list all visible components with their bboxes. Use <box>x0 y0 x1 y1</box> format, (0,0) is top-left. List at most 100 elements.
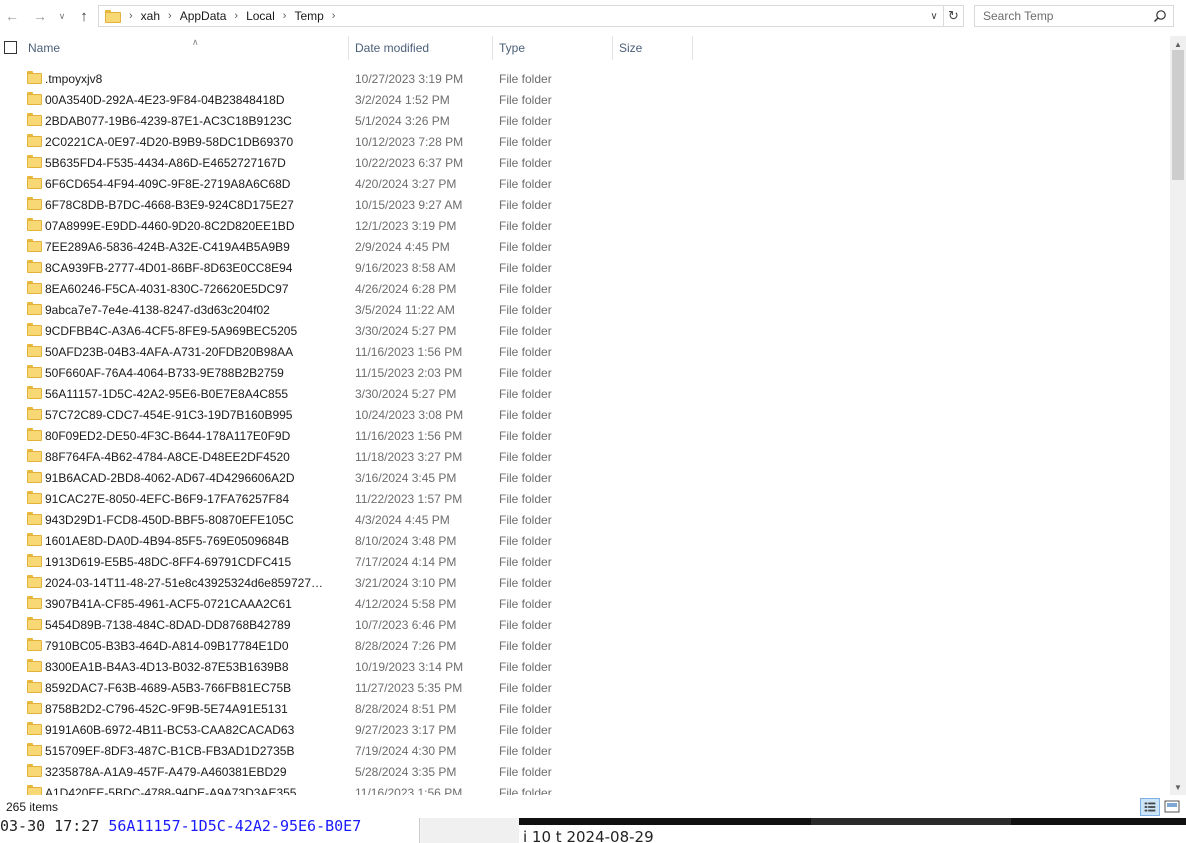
file-name[interactable]: 5454D89B-7138-484C-8DAD-DD8768B42789 <box>45 618 341 632</box>
breadcrumb-appdata[interactable]: AppData <box>180 9 227 23</box>
list-item[interactable]: 2C0221CA-0E97-4D20-B9B9-58DC1DB69370 10/1… <box>0 131 1170 152</box>
list-item[interactable]: 8EA60246-F5CA-4031-830C-726620E5DC97 4/26… <box>0 278 1170 299</box>
list-item[interactable]: 8758B2D2-C796-452C-9F9B-5E74A91E5131 8/28… <box>0 698 1170 719</box>
list-item[interactable]: 91CAC27E-8050-4EFC-B6F9-17FA76257F84 11/2… <box>0 488 1170 509</box>
file-name[interactable]: 7EE289A6-5836-424B-A32E-C419A4B5A9B9 <box>45 240 341 254</box>
search-box[interactable] <box>974 5 1174 27</box>
list-item[interactable]: 515709EF-8DF3-487C-B1CB-FB3AD1D2735B 7/19… <box>0 740 1170 761</box>
list-item[interactable]: 2BDAB077-19B6-4239-87E1-AC3C18B9123C 5/1/… <box>0 110 1170 131</box>
file-name[interactable]: .tmpoyxjv8 <box>45 72 341 86</box>
file-name[interactable]: 3235878A-A1A9-457F-A479-A460381EBD29 <box>45 765 341 779</box>
file-name[interactable]: 9abca7e7-7e4e-4138-8247-d3d63c204f02 <box>45 303 341 317</box>
list-item[interactable]: 1601AE8D-DA0D-4B94-85F5-769E0509684B 8/10… <box>0 530 1170 551</box>
select-all-checkbox[interactable] <box>4 41 17 54</box>
column-header-name[interactable]: ∧ Name <box>22 36 349 60</box>
file-name[interactable]: 9CDFBB4C-A3A6-4CF5-8FE9-5A969BEC5205 <box>45 324 341 338</box>
file-name[interactable]: 2BDAB077-19B6-4239-87E1-AC3C18B9123C <box>45 114 341 128</box>
breadcrumb-separator-icon[interactable]: › <box>275 10 295 22</box>
list-item[interactable]: A1D420EE-5BDC-4788-94DE-A9A73D3AE355 11/1… <box>0 782 1170 795</box>
list-item[interactable]: 6F6CD654-4F94-409C-9F8E-2719A8A6C68D 4/20… <box>0 173 1170 194</box>
file-name[interactable]: 00A3540D-292A-4E23-9F84-04B23848418D <box>45 93 341 107</box>
file-name[interactable]: 943D29D1-FCD8-450D-BBF5-80870EFE105C <box>45 513 341 527</box>
scrollbar-thumb[interactable] <box>1172 50 1184 180</box>
file-name[interactable]: 07A8999E-E9DD-4460-9D20-8C2D820EE1BD <box>45 219 341 233</box>
list-item[interactable]: 6F78C8DB-B7DC-4668-B3E9-924C8D175E27 10/1… <box>0 194 1170 215</box>
breadcrumb-separator-icon[interactable]: › <box>160 10 180 22</box>
file-name[interactable]: 6F6CD654-4F94-409C-9F8E-2719A8A6C68D <box>45 177 341 191</box>
list-item[interactable]: 5B635FD4-F535-4434-A86D-E4652727167D 10/2… <box>0 152 1170 173</box>
list-item[interactable]: 7910BC05-B3B3-464D-A814-09B17784E1D0 8/28… <box>0 635 1170 656</box>
file-name[interactable]: 88F764FA-4B62-4784-A8CE-D48EE2DF4520 <box>45 450 341 464</box>
address-dropdown-chevron-icon[interactable]: ∨ <box>927 8 941 24</box>
details-view-icon[interactable] <box>1140 798 1160 816</box>
breadcrumb-separator-icon[interactable]: › <box>121 10 141 22</box>
up-arrow-icon[interactable]: ↑ <box>75 6 93 26</box>
column-header-size[interactable]: Size <box>613 36 693 60</box>
list-item[interactable]: 57C72C89-CDC7-454E-91C3-19D7B160B995 10/2… <box>0 404 1170 425</box>
search-input[interactable] <box>983 9 1153 23</box>
file-name[interactable]: 91CAC27E-8050-4EFC-B6F9-17FA76257F84 <box>45 492 341 506</box>
list-item[interactable]: 8592DAC7-F63B-4689-A5B3-766FB81EC75B 11/2… <box>0 677 1170 698</box>
list-item[interactable]: 8300EA1B-B4A3-4D13-B032-87E53B1639B8 10/1… <box>0 656 1170 677</box>
back-arrow-icon[interactable]: ← <box>3 6 21 26</box>
refresh-icon[interactable]: ↻ <box>943 6 963 26</box>
file-name[interactable]: 2C0221CA-0E97-4D20-B9B9-58DC1DB69370 <box>45 135 341 149</box>
vertical-scrollbar[interactable]: ▲ ▼ <box>1170 36 1186 795</box>
list-item[interactable]: 9abca7e7-7e4e-4138-8247-d3d63c204f02 3/5/… <box>0 299 1170 320</box>
file-name[interactable]: 9191A60B-6972-4B11-BC53-CAA82CACAD63 <box>45 723 341 737</box>
file-name[interactable]: A1D420EE-5BDC-4788-94DE-A9A73D3AE355 <box>45 786 341 796</box>
list-item[interactable]: 1913D619-E5B5-48DC-8FF4-69791CDFC415 7/17… <box>0 551 1170 572</box>
list-item[interactable]: 9191A60B-6972-4B11-BC53-CAA82CACAD63 9/27… <box>0 719 1170 740</box>
column-header-date[interactable]: Date modified <box>349 36 493 60</box>
address-bar[interactable]: › xah › AppData › Local › Temp › ∨ ↻ <box>98 5 964 27</box>
list-item[interactable]: 2024-03-14T11-48-27-51e8c43925324d6e8597… <box>0 572 1170 593</box>
list-item[interactable]: .tmpoyxjv8 10/27/2023 3:19 PM File folder <box>0 68 1170 89</box>
file-name[interactable]: 50F660AF-76A4-4064-B733-9E788B2B2759 <box>45 366 341 380</box>
list-item[interactable]: 8CA939FB-2777-4D01-86BF-8D63E0CC8E94 9/16… <box>0 257 1170 278</box>
list-item[interactable]: 3235878A-A1A9-457F-A479-A460381EBD29 5/28… <box>0 761 1170 782</box>
list-item[interactable]: 943D29D1-FCD8-450D-BBF5-80870EFE105C 4/3/… <box>0 509 1170 530</box>
list-item[interactable]: 9CDFBB4C-A3A6-4CF5-8FE9-5A969BEC5205 3/30… <box>0 320 1170 341</box>
list-item[interactable]: 80F09ED2-DE50-4F3C-B644-178A117E0F9D 11/1… <box>0 425 1170 446</box>
file-name[interactable]: 8CA939FB-2777-4D01-86BF-8D63E0CC8E94 <box>45 261 341 275</box>
list-item[interactable]: 50AFD23B-04B3-4AFA-A731-20FDB20B98AA 11/1… <box>0 341 1170 362</box>
file-name[interactable]: 8EA60246-F5CA-4031-830C-726620E5DC97 <box>45 282 341 296</box>
list-item[interactable]: 50F660AF-76A4-4064-B733-9E788B2B2759 11/1… <box>0 362 1170 383</box>
search-icon[interactable] <box>1153 9 1167 23</box>
file-name[interactable]: 8592DAC7-F63B-4689-A5B3-766FB81EC75B <box>45 681 341 695</box>
file-name[interactable]: 515709EF-8DF3-487C-B1CB-FB3AD1D2735B <box>45 744 341 758</box>
breadcrumb-xah[interactable]: xah <box>141 9 160 23</box>
list-item[interactable]: 07A8999E-E9DD-4460-9D20-8C2D820EE1BD 12/1… <box>0 215 1170 236</box>
forward-arrow-icon[interactable]: → <box>31 6 49 26</box>
file-name[interactable]: 1601AE8D-DA0D-4B94-85F5-769E0509684B <box>45 534 341 548</box>
large-icons-view-icon[interactable] <box>1163 798 1181 816</box>
file-name[interactable]: 57C72C89-CDC7-454E-91C3-19D7B160B995 <box>45 408 341 422</box>
file-name[interactable]: 6F78C8DB-B7DC-4668-B3E9-924C8D175E27 <box>45 198 341 212</box>
file-name[interactable]: 50AFD23B-04B3-4AFA-A731-20FDB20B98AA <box>45 345 341 359</box>
file-name[interactable]: 56A11157-1D5C-42A2-95E6-B0E7E8A4C855 <box>45 387 341 401</box>
breadcrumb-separator-icon[interactable]: › <box>324 10 344 22</box>
breadcrumb-separator-icon[interactable]: › <box>226 10 246 22</box>
file-name[interactable]: 8758B2D2-C796-452C-9F9B-5E74A91E5131 <box>45 702 341 716</box>
background-right-window[interactable]: i 10 t 2024-08-29 <box>519 818 1186 843</box>
breadcrumb-local[interactable]: Local <box>246 9 275 23</box>
background-middle-window[interactable] <box>421 818 519 843</box>
list-item[interactable]: 00A3540D-292A-4E23-9F84-04B23848418D 3/2/… <box>0 89 1170 110</box>
scroll-down-arrow-icon[interactable]: ▼ <box>1170 779 1186 795</box>
breadcrumb-temp[interactable]: Temp <box>294 9 323 23</box>
file-name[interactable]: 1913D619-E5B5-48DC-8FF4-69791CDFC415 <box>45 555 341 569</box>
list-item[interactable]: 91B6ACAD-2BD8-4062-AD67-4D4296606A2D 3/16… <box>0 467 1170 488</box>
background-editor-window[interactable]: 03-30 17:27 56A11157-1D5C-42A2-95E6-B0E7 <box>0 818 420 843</box>
file-name[interactable]: 3907B41A-CF85-4961-ACF5-0721CAAA2C61 <box>45 597 341 611</box>
list-item[interactable]: 5454D89B-7138-484C-8DAD-DD8768B42789 10/7… <box>0 614 1170 635</box>
file-name[interactable]: 7910BC05-B3B3-464D-A814-09B17784E1D0 <box>45 639 341 653</box>
file-name[interactable]: 5B635FD4-F535-4434-A86D-E4652727167D <box>45 156 341 170</box>
list-item[interactable]: 88F764FA-4B62-4784-A8CE-D48EE2DF4520 11/1… <box>0 446 1170 467</box>
recent-locations-chevron-icon[interactable]: ∨ <box>55 6 69 26</box>
list-item[interactable]: 7EE289A6-5836-424B-A32E-C419A4B5A9B9 2/9/… <box>0 236 1170 257</box>
file-name[interactable]: 8300EA1B-B4A3-4D13-B032-87E53B1639B8 <box>45 660 341 674</box>
list-item[interactable]: 3907B41A-CF85-4961-ACF5-0721CAAA2C61 4/12… <box>0 593 1170 614</box>
file-name[interactable]: 91B6ACAD-2BD8-4062-AD67-4D4296606A2D <box>45 471 341 485</box>
file-name[interactable]: 80F09ED2-DE50-4F3C-B644-178A117E0F9D <box>45 429 341 443</box>
file-name[interactable]: 2024-03-14T11-48-27-51e8c43925324d6e8597… <box>45 576 341 590</box>
